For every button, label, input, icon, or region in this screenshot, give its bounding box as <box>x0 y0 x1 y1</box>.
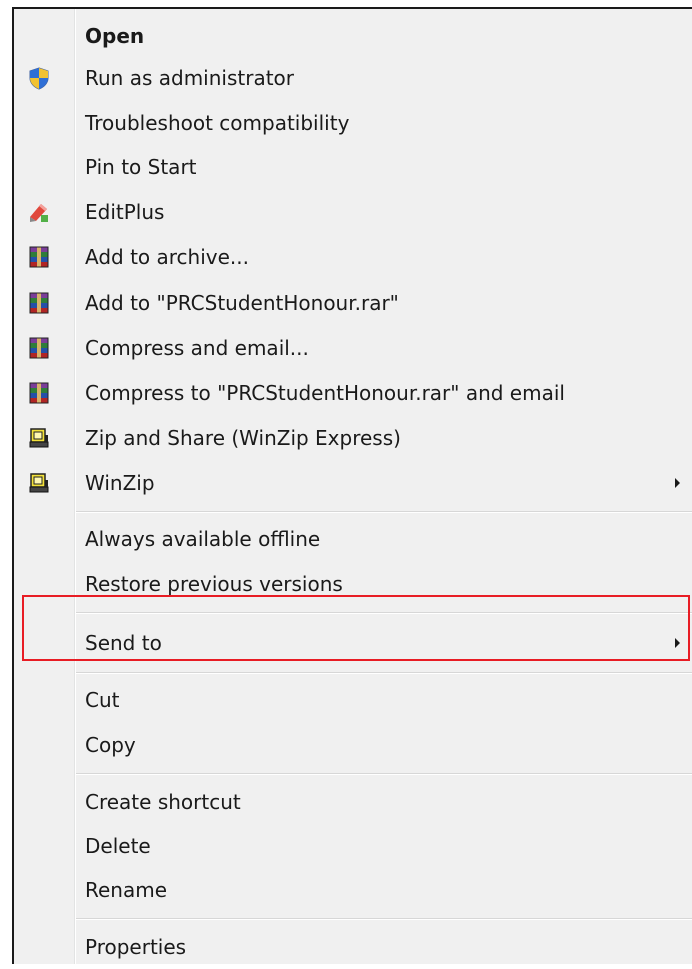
menu-separator <box>76 612 692 614</box>
menu-item-label: Create shortcut <box>85 790 241 814</box>
menu-item-cut[interactable]: Cut <box>14 678 692 722</box>
menu-item-editplus[interactable]: EditPlus <box>14 190 692 234</box>
menu-item-label: Delete <box>85 834 151 858</box>
winrar-icon <box>29 292 49 314</box>
winrar-icon <box>29 382 49 404</box>
menu-item-zip-and-share[interactable]: Zip and Share (WinZip Express) <box>14 416 692 460</box>
menu-separator <box>76 918 692 920</box>
submenu-arrow-icon <box>675 638 680 648</box>
menu-item-label: Compress and email... <box>85 336 309 360</box>
menu-item-pin-to-start[interactable]: Pin to Start <box>14 145 692 189</box>
menu-item-label: Properties <box>85 935 187 959</box>
menu-item-label: Always available offline <box>85 527 321 551</box>
menu-item-label: Run as administrator <box>85 66 295 90</box>
menu-item-label: Copy <box>85 733 136 757</box>
menu-item-always-available-offline[interactable]: Always available offline <box>14 517 692 561</box>
menu-item-label: Add to "PRCStudentHonour.rar" <box>85 291 399 315</box>
menu-item-create-shortcut[interactable]: Create shortcut <box>14 780 692 824</box>
menu-item-label: Pin to Start <box>85 155 197 179</box>
menu-item-open[interactable]: Open <box>14 14 692 58</box>
uac-shield-icon <box>29 67 49 90</box>
menu-separator <box>76 672 692 674</box>
menu-item-compress-and-email[interactable]: Compress and email... <box>14 326 692 370</box>
menu-item-add-to-rar[interactable]: Add to "PRCStudentHonour.rar" <box>14 281 692 325</box>
editplus-icon <box>30 204 48 222</box>
menu-item-label: WinZip <box>85 471 155 495</box>
menu-item-winzip[interactable]: WinZip <box>14 461 692 505</box>
menu-item-label: Open <box>85 24 145 48</box>
menu-item-label: Send to <box>85 631 162 655</box>
menu-item-copy[interactable]: Copy <box>14 723 692 767</box>
winrar-icon <box>29 246 49 268</box>
menu-item-send-to[interactable]: Send to <box>14 621 692 665</box>
menu-item-label: Restore previous versions <box>85 572 343 596</box>
context-menu: Open Run as administrator Troubleshoot c… <box>12 7 692 964</box>
menu-item-properties[interactable]: Properties <box>14 925 692 969</box>
menu-item-compress-to-rar-and-email[interactable]: Compress to "PRCStudentHonour.rar" and e… <box>14 371 692 415</box>
menu-item-run-as-administrator[interactable]: Run as administrator <box>14 56 692 100</box>
winzip-icon <box>29 473 49 493</box>
submenu-arrow-icon <box>675 478 680 488</box>
menu-item-label: Cut <box>85 688 120 712</box>
menu-item-label: Troubleshoot compatibility <box>85 111 350 135</box>
winzip-icon <box>29 428 49 448</box>
menu-item-label: Compress to "PRCStudentHonour.rar" and e… <box>85 381 565 405</box>
winrar-icon <box>29 337 49 359</box>
menu-item-restore-previous-versions[interactable]: Restore previous versions <box>14 562 692 606</box>
menu-separator <box>76 511 692 513</box>
menu-item-add-to-archive[interactable]: Add to archive... <box>14 235 692 279</box>
menu-separator <box>76 773 692 775</box>
menu-item-troubleshoot-compatibility[interactable]: Troubleshoot compatibility <box>14 101 692 145</box>
menu-item-delete[interactable]: Delete <box>14 824 692 868</box>
menu-item-label: Rename <box>85 878 168 902</box>
menu-item-label: Add to archive... <box>85 245 249 269</box>
menu-item-label: Zip and Share (WinZip Express) <box>85 426 401 450</box>
menu-item-label: EditPlus <box>85 200 165 224</box>
menu-item-rename[interactable]: Rename <box>14 868 692 912</box>
